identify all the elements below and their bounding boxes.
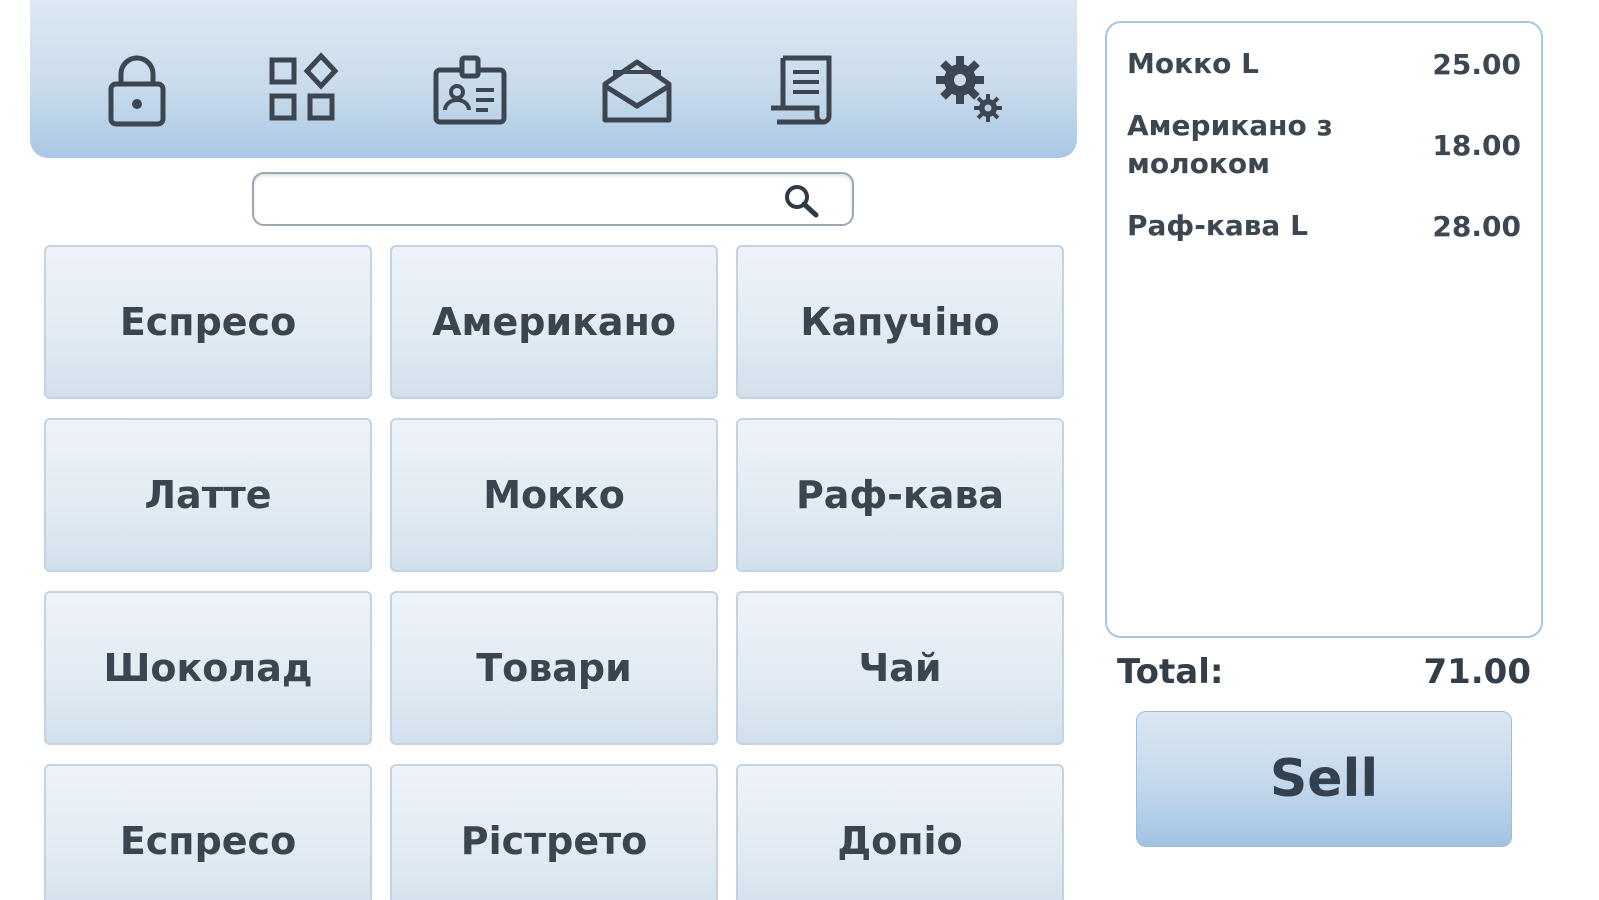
order-item[interactable]: Раф-кава L 28.00 — [1127, 207, 1521, 245]
product-button[interactable]: Чай — [736, 591, 1064, 745]
categories-button[interactable] — [254, 40, 354, 140]
lock-icon — [108, 55, 166, 127]
order-item-price: 28.00 — [1432, 209, 1521, 243]
order-item-name: Раф-кава L — [1127, 209, 1308, 242]
product-button[interactable]: Американо — [390, 245, 718, 399]
total-row: Total: 71.00 — [1117, 652, 1531, 692]
pos-app: Еспресо Американо Капучіно Латте Мокко Р… — [0, 0, 1599, 900]
order-item[interactable]: Мокко L 25.00 — [1127, 45, 1521, 83]
order-item-name: Мокко L — [1127, 47, 1259, 80]
product-button[interactable]: Допіо — [736, 764, 1064, 900]
product-button[interactable]: Капучіно — [736, 245, 1064, 399]
top-toolbar — [30, 0, 1077, 158]
order-item-name: Американо з молоком — [1127, 109, 1333, 180]
product-button[interactable]: Рістрето — [390, 764, 718, 900]
order-list: Мокко L 25.00 Американо з молоком 18.00 … — [1105, 21, 1543, 638]
order-item-price: 25.00 — [1432, 47, 1521, 81]
id-badge-icon — [433, 55, 507, 125]
order-item-price: 18.00 — [1432, 128, 1521, 162]
receipt-icon — [771, 55, 832, 125]
search-box — [252, 172, 854, 226]
mail-open-icon — [602, 59, 672, 123]
receipts-button[interactable] — [753, 40, 853, 140]
sell-button[interactable]: Sell — [1136, 711, 1512, 847]
messages-button[interactable] — [587, 40, 687, 140]
product-button[interactable]: Раф-кава — [736, 418, 1064, 572]
product-button[interactable]: Еспресо — [44, 245, 372, 399]
search-icon[interactable] — [782, 182, 822, 220]
product-button[interactable]: Еспресо — [44, 764, 372, 900]
product-button[interactable]: Товари — [390, 591, 718, 745]
lock-button[interactable] — [87, 40, 187, 140]
product-button[interactable]: Латте — [44, 418, 372, 572]
product-button[interactable]: Шоколад — [44, 591, 372, 745]
order-item[interactable]: Американо з молоком 18.00 — [1127, 107, 1521, 183]
settings-button[interactable] — [920, 40, 1020, 140]
search-input[interactable] — [268, 182, 772, 218]
employee-button[interactable] — [420, 40, 520, 140]
total-value: 71.00 — [1423, 652, 1531, 692]
apps-grid-icon — [269, 52, 339, 121]
total-label: Total: — [1117, 652, 1224, 692]
product-button[interactable]: Мокко — [390, 418, 718, 572]
gears-icon — [935, 56, 1002, 122]
product-grid: Еспресо Американо Капучіно Латте Мокко Р… — [44, 245, 1064, 900]
